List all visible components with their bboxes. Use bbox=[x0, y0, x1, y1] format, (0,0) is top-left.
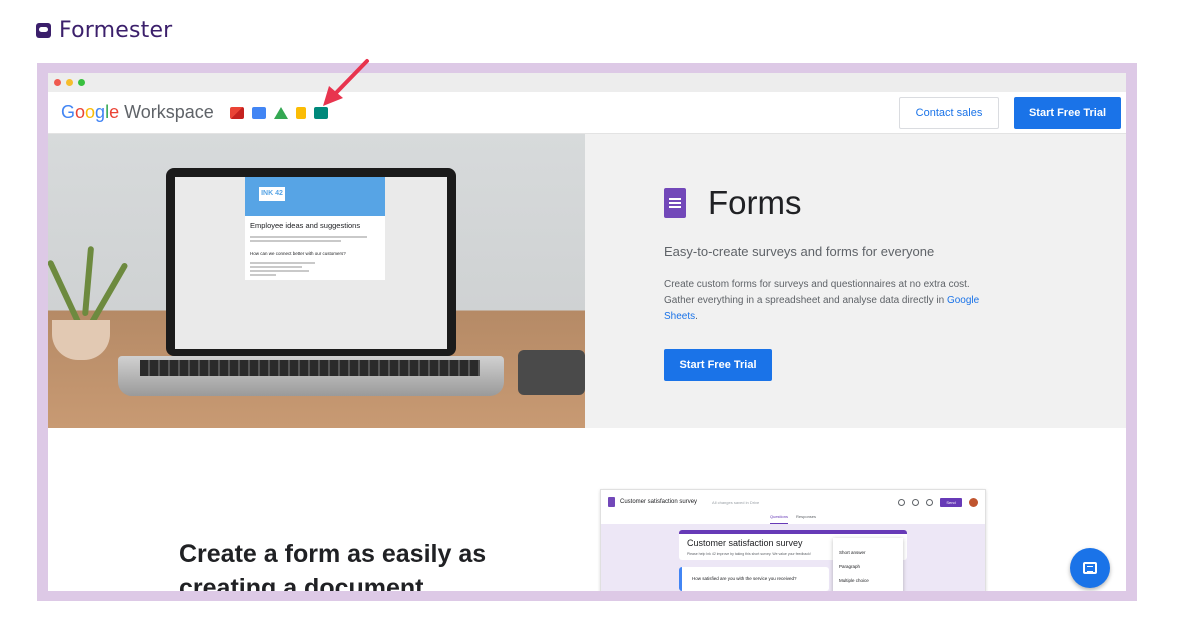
gmail-icon bbox=[229, 106, 244, 119]
hero-start-free-trial-button[interactable]: Start Free Trial bbox=[664, 349, 772, 381]
app-icon-row bbox=[229, 106, 328, 119]
forms-hero: INK 42 Employee ideas and suggestions Ho… bbox=[48, 134, 1126, 428]
forms-description: Create custom forms for surveys and ques… bbox=[664, 279, 980, 322]
forms-title-row: Forms bbox=[664, 184, 1126, 222]
forms-subtitle: Easy-to-create surveys and forms for eve… bbox=[664, 244, 935, 259]
google-workspace-logo[interactable]: Google Workspace bbox=[61, 102, 214, 123]
notebook bbox=[518, 350, 585, 395]
plant-leaf bbox=[82, 246, 95, 317]
forms-editor-mockup: Customer satisfaction survey All changes… bbox=[600, 489, 986, 591]
avatar bbox=[969, 497, 978, 507]
contact-sales-button[interactable]: Contact sales bbox=[899, 96, 999, 129]
laptop-photo: INK 42 Employee ideas and suggestions Ho… bbox=[48, 134, 585, 428]
chat-button[interactable] bbox=[1070, 548, 1110, 588]
menu-item: Short answer bbox=[839, 550, 866, 555]
minimize-dot-icon[interactable] bbox=[66, 79, 73, 86]
create-form-section: Create a form as easily as creating a do… bbox=[48, 428, 1126, 591]
forms-hero-text: Forms Easy-to-create surveys and forms f… bbox=[585, 134, 1126, 428]
maximize-dot-icon[interactable] bbox=[78, 79, 85, 86]
brand-name: Formester bbox=[59, 18, 173, 43]
forms-small-icon bbox=[608, 497, 615, 507]
chat-icon bbox=[1083, 562, 1097, 574]
close-dot-icon[interactable] bbox=[54, 79, 61, 86]
menu-item: Multiple choice bbox=[839, 578, 869, 583]
laptop-form-card: INK 42 Employee ideas and suggestions Ho… bbox=[245, 177, 385, 280]
menu-item: Paragraph bbox=[839, 564, 861, 569]
formester-logo-icon bbox=[36, 23, 51, 38]
calendar-icon bbox=[251, 106, 266, 119]
laptop-form-title: Employee ideas and suggestions bbox=[245, 213, 385, 232]
form-banner: INK 42 bbox=[245, 177, 385, 213]
plant-leaf bbox=[88, 261, 129, 326]
drive-icon bbox=[273, 106, 288, 119]
mock-question-card: How satisfied are you with the service y… bbox=[679, 567, 829, 591]
mock-send-button: Send bbox=[940, 497, 962, 507]
settings-icon bbox=[926, 498, 933, 506]
plant-leaf bbox=[48, 259, 82, 326]
palette-icon bbox=[898, 498, 905, 506]
mock-save-status: All changes saved in Drive bbox=[712, 499, 760, 505]
meet-icon bbox=[313, 106, 328, 119]
browser-window: Google Workspace Contact sales Start Fre… bbox=[48, 73, 1126, 591]
laptop-form-question: How can we connect better with our custo… bbox=[250, 251, 346, 256]
laptop-display: INK 42 Employee ideas and suggestions Ho… bbox=[175, 177, 447, 349]
mock-tabs: Questions Responses bbox=[601, 514, 985, 524]
browser-titlebar bbox=[48, 73, 1126, 92]
header-buttons: Contact sales Start Free Trial bbox=[899, 96, 1121, 129]
mock-toolbar: Customer satisfaction survey All changes… bbox=[601, 490, 985, 514]
tab-questions: Questions bbox=[769, 514, 788, 524]
preview-icon bbox=[912, 498, 919, 506]
workspace-header: Google Workspace Contact sales Start Fre… bbox=[48, 92, 1126, 134]
laptop-keyboard bbox=[140, 360, 480, 376]
tab-responses: Responses bbox=[796, 514, 817, 519]
plant-pot bbox=[52, 320, 110, 360]
formester-brand: Formester bbox=[36, 18, 172, 43]
section-heading: Create a form as easily as creating a do… bbox=[179, 540, 487, 591]
mock-toolbar-icons: Send bbox=[898, 497, 978, 507]
form-option-lines bbox=[245, 258, 385, 280]
form-description-lines bbox=[245, 232, 385, 246]
page-title: Forms bbox=[708, 184, 802, 221]
mock-form-name: Customer satisfaction survey bbox=[620, 499, 698, 505]
docs-icon bbox=[295, 106, 306, 119]
screenshot-frame: Google Workspace Contact sales Start Fre… bbox=[37, 63, 1137, 601]
annotation-arrow-icon bbox=[323, 59, 369, 106]
mock-form-body: Customer satisfaction survey Please help… bbox=[601, 524, 985, 591]
start-free-trial-button[interactable]: Start Free Trial bbox=[1014, 96, 1121, 129]
mock-question-type-menu: Short answer Paragraph Multiple choice bbox=[833, 538, 903, 591]
google-forms-icon bbox=[664, 188, 686, 218]
laptop-screen: INK 42 Employee ideas and suggestions Ho… bbox=[166, 168, 456, 356]
